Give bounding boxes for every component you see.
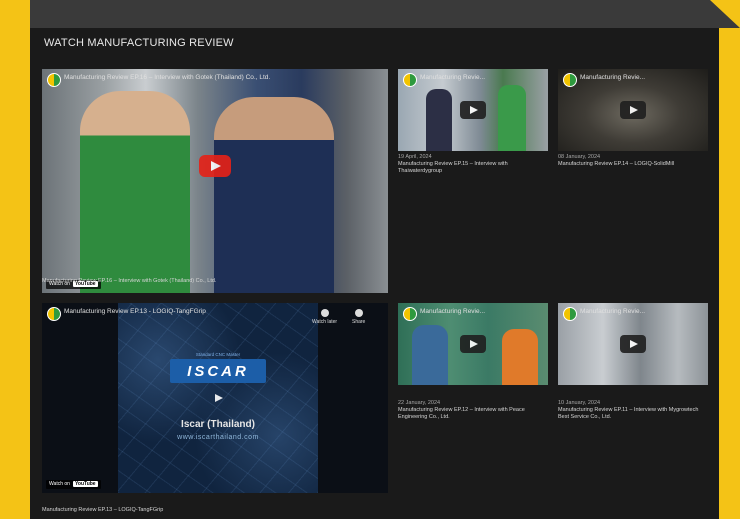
person-right-figure xyxy=(214,97,334,293)
clock-icon xyxy=(320,309,329,317)
thumbnail-overlay-title: Manufacturing Revie... xyxy=(580,74,646,81)
company-name: Iscar (Thailand) xyxy=(181,419,255,430)
thumbnail-video-4[interactable]: Manufacturing Revie... xyxy=(558,303,708,385)
watch-on-youtube-button[interactable]: Watch on YouTube xyxy=(46,480,101,489)
thumbnail-4-caption[interactable]: 10 January, 2024 Manufacturing Review EP… xyxy=(558,400,708,421)
main-video-player-1[interactable]: Manufacturing Review EP.16 – Interview w… xyxy=(42,69,388,293)
thumbnail-video-3[interactable]: Manufacturing Revie... xyxy=(398,303,548,385)
video-title: Manufacturing Review EP.15 – Interview w… xyxy=(398,161,508,174)
youtube-logo-icon: YouTube xyxy=(72,481,98,487)
thumbnail-overlay-title: Manufacturing Revie... xyxy=(420,308,486,315)
company-website: www.iscarthailand.com xyxy=(177,434,259,441)
main-video-player-2[interactable]: Manufacturing Review EP.13 - LOGIQ-TangF… xyxy=(42,303,388,493)
thumbnail-2-caption[interactable]: 08 January, 2024 Manufacturing Review EP… xyxy=(558,154,708,168)
channel-logo-icon xyxy=(47,73,61,87)
channel-logo-icon xyxy=(403,307,417,321)
top-header-bar xyxy=(0,0,740,28)
video-title: Manufacturing Review EP.12 – Interview w… xyxy=(398,407,525,420)
share-button[interactable]: Share xyxy=(352,309,365,325)
play-button-icon[interactable] xyxy=(460,101,486,119)
channel-logo-icon xyxy=(563,73,577,87)
corner-accent xyxy=(0,0,30,28)
thumbnail-video-1[interactable]: Manufacturing Revie... xyxy=(398,69,548,151)
video-date: 19 April, 2024 xyxy=(398,154,432,160)
video-panel: WATCH MANUFACTURING REVIEW Manufacturing… xyxy=(30,28,719,519)
main-video-2-caption[interactable]: Manufacturing Review EP.13 – LOGIQ-TangF… xyxy=(42,507,388,514)
thumbnail-overlay-title: Manufacturing Revie... xyxy=(420,74,486,81)
thumbnail-overlay-title: Manufacturing Revie... xyxy=(580,308,646,315)
video-date: 10 January, 2024 xyxy=(558,400,601,406)
video-title: Manufacturing Review EP.14 – LOGIQ-Solid… xyxy=(558,161,675,167)
channel-logo-icon xyxy=(563,307,577,321)
channel-logo-icon xyxy=(47,307,61,321)
channel-logo-icon xyxy=(403,73,417,87)
video-title: Manufacturing Review EP.11 – Interview w… xyxy=(558,407,699,420)
person-figure xyxy=(502,329,538,385)
thumbnail-3-caption[interactable]: 22 January, 2024 Manufacturing Review EP… xyxy=(398,400,548,421)
play-button-icon[interactable] xyxy=(205,389,227,405)
video-overlay-title: Manufacturing Review EP.16 – Interview w… xyxy=(64,74,271,81)
video-date: 22 January, 2024 xyxy=(398,400,441,406)
person-figure xyxy=(498,85,526,151)
video-overlay-title: Manufacturing Review EP.13 - LOGIQ-TangF… xyxy=(64,308,206,315)
play-button-icon[interactable] xyxy=(620,335,646,353)
main-video-1-caption[interactable]: Manufacturing Review EP.16 – Interview w… xyxy=(42,278,388,285)
thumbnail-video-2[interactable]: Manufacturing Revie... xyxy=(558,69,708,151)
iscar-logo: Standard CNC Master ISCAR xyxy=(170,352,266,383)
video-date: 08 January, 2024 xyxy=(558,154,601,160)
thumbnail-1-caption[interactable]: 19 April, 2024 Manufacturing Review EP.1… xyxy=(398,154,548,175)
play-button-icon[interactable] xyxy=(460,335,486,353)
person-left-figure xyxy=(80,91,190,293)
person-figure xyxy=(412,325,448,385)
person-figure xyxy=(426,89,452,151)
section-title: WATCH MANUFACTURING REVIEW xyxy=(44,37,234,49)
share-icon xyxy=(354,309,363,317)
watch-later-button[interactable]: Watch later xyxy=(312,309,337,325)
play-button-icon[interactable] xyxy=(620,101,646,119)
play-button-icon[interactable] xyxy=(199,155,231,177)
